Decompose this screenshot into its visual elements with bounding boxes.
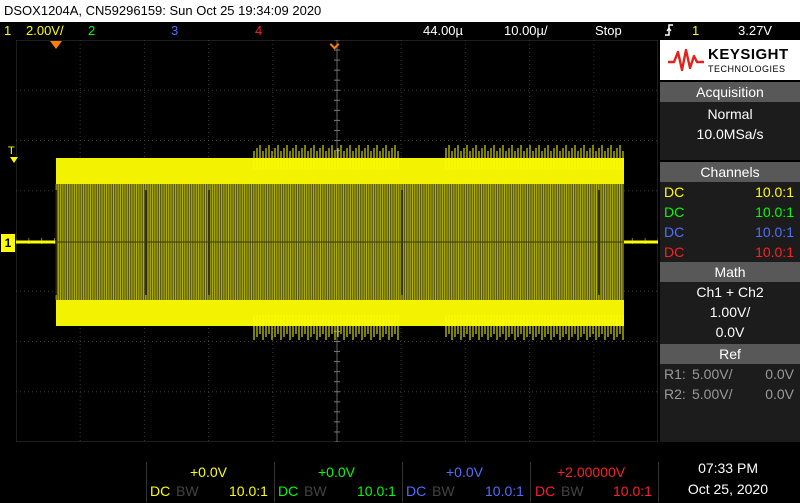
ch4-probe: 10.0:1 — [613, 483, 652, 499]
ch3-probe: 10.0:1 — [485, 483, 524, 499]
bottom-divider-1 — [146, 462, 147, 502]
side-panel: KEYSIGHT TECHNOLOGIES Acquisition Normal… — [660, 40, 800, 442]
math-panel: Ch1 + Ch2 1.00V/ 0.0V — [660, 282, 800, 344]
math-scale: 1.00V/ — [709, 304, 751, 320]
ch4-bw: BW — [561, 483, 584, 499]
ref-panel: R1: 5.00V/ 0.0V R2: 5.00V/ 0.0V — [660, 364, 800, 442]
keysight-wave-icon — [668, 48, 704, 72]
ref-row-2[interactable]: R2: 5.00V/ 0.0V — [660, 386, 800, 406]
clock-time: 07:33 PM — [698, 460, 758, 476]
ch1-coupling: DC — [150, 483, 171, 499]
ch3-indicator[interactable]: 3 — [171, 22, 178, 40]
bottom-divider-3 — [402, 462, 403, 502]
bottom-bar: +0.0V DC BW 10.0:1 +0.0V DC BW 10.0:1 +0… — [0, 460, 800, 503]
ch3-offset[interactable]: +0.0V — [446, 464, 483, 480]
run-state[interactable]: Stop — [595, 22, 622, 40]
keysight-logo: KEYSIGHT TECHNOLOGIES — [660, 40, 800, 80]
ch4-offset[interactable]: +2.00000V — [557, 464, 625, 480]
trigger-level-marker[interactable] — [10, 157, 18, 163]
ch2-bw: BW — [304, 483, 327, 499]
ch1-indicator[interactable]: 1 — [4, 22, 11, 40]
status-bar: 1 2.00V/ 2 3 4 44.00µ 10.00µ/ Stop 1 3.2… — [0, 22, 800, 40]
trigger-time-marker[interactable] — [50, 41, 62, 49]
ch2-coupling: DC — [278, 483, 299, 499]
ch1-ground-marker[interactable]: 1 — [1, 234, 15, 252]
acquisition-mode: Normal — [707, 106, 753, 122]
math-offset: 0.0V — [715, 324, 745, 340]
ref-row-1[interactable]: R1: 5.00V/ 0.0V — [660, 366, 800, 386]
ch4-coupling: DC — [535, 483, 556, 499]
ch1-probe: 10.0:1 — [229, 483, 268, 499]
brand-sub: TECHNOLOGIES — [708, 64, 786, 74]
ch4-indicator[interactable]: 4 — [255, 22, 262, 40]
ch2-indicator[interactable]: 2 — [88, 22, 95, 40]
math-function: Ch1 + Ch2 — [696, 284, 764, 300]
ch2-probe: 10.0:1 — [357, 483, 396, 499]
clock-date: Oct 25, 2020 — [687, 481, 768, 497]
math-header[interactable]: Math — [660, 262, 800, 282]
ref-header[interactable]: Ref — [660, 344, 800, 364]
trigger-source[interactable]: 1 — [692, 22, 699, 40]
ch1-offset[interactable]: +0.0V — [190, 464, 227, 480]
waveform-display[interactable] — [15, 39, 659, 443]
acquisition-header[interactable]: Acquisition — [660, 82, 800, 102]
ch3-coupling: DC — [406, 483, 427, 499]
sample-rate: 10.0MSa/s — [696, 126, 764, 142]
graticule — [15, 39, 659, 443]
timebase-scale[interactable]: 10.00µ/ — [504, 22, 548, 40]
bottom-divider-4 — [530, 462, 531, 502]
acquisition-panel: Normal 10.0MSa/s — [660, 102, 800, 160]
trigger-level[interactable]: 3.27V — [738, 22, 772, 40]
channels-panel: DC 10.0:1 DC 10.0:1 DC 10.0:1 DC 10.0:1 — [660, 182, 800, 262]
channels-header[interactable]: Channels — [660, 162, 800, 182]
trigger-level-label: T — [8, 145, 15, 157]
channel-row-3[interactable]: DC 10.0:1 — [660, 224, 800, 244]
window-title: DSOX1204A, CN59296159: Sun Oct 25 19:34:… — [0, 0, 800, 22]
ch3-bw: BW — [432, 483, 455, 499]
ch1-bw: BW — [176, 483, 199, 499]
horizontal-delay[interactable]: 44.00µ — [423, 22, 463, 40]
channel-row-1[interactable]: DC 10.0:1 — [660, 184, 800, 204]
channel-row-4[interactable]: DC 10.0:1 — [660, 244, 800, 264]
ch1-scale[interactable]: 2.00V/ — [26, 22, 64, 40]
ch2-offset[interactable]: +0.0V — [318, 464, 355, 480]
channel-row-2[interactable]: DC 10.0:1 — [660, 204, 800, 224]
brand-name: KEYSIGHT — [708, 46, 789, 63]
bottom-divider-2 — [274, 462, 275, 502]
bottom-divider-5 — [658, 462, 659, 502]
